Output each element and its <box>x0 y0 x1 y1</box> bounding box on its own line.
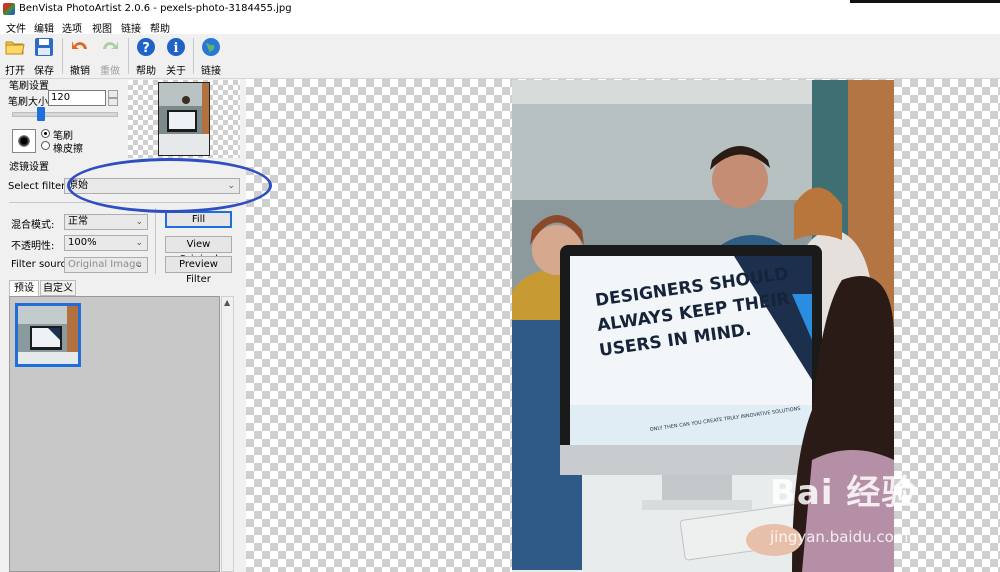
menu-file[interactable]: 文件 <box>6 20 26 35</box>
redo-arrow-icon <box>103 41 118 49</box>
title-bar: BenVista PhotoArtist 2.0.6 - pexels-phot… <box>0 0 1000 18</box>
help-icon: ? <box>137 38 155 56</box>
save-label: 保存 <box>34 66 54 77</box>
svg-text:?: ? <box>142 41 150 56</box>
opacity-value: 100% <box>68 237 97 248</box>
scroll-up-icon[interactable]: ▲ <box>224 298 230 307</box>
opacity-select[interactable]: 100% ⌄ <box>64 235 148 251</box>
menu-link[interactable]: 链接 <box>121 20 141 35</box>
brush-size-label: 笔刷大小: <box>8 97 52 108</box>
filter-source-select[interactable]: Original Image ⌄ <box>64 257 148 273</box>
about-button[interactable]: i 关于 <box>161 36 191 77</box>
opacity-label: 不透明性: <box>11 241 55 252</box>
eraser-mode-label: 橡皮擦 <box>53 144 83 155</box>
chevron-down-icon: ⌄ <box>135 260 143 270</box>
preset-photo <box>18 306 78 364</box>
window-edge <box>850 0 1000 3</box>
about-label: 关于 <box>166 66 186 77</box>
brush-size-input[interactable]: 120 <box>48 90 106 106</box>
blend-mode-label: 混合模式: <box>11 220 55 231</box>
filter-group-label: 滤镜设置 <box>9 162 49 173</box>
select-filter-label: Select filter: <box>8 181 69 192</box>
folder-icon <box>5 41 25 55</box>
link-label: 链接 <box>201 66 221 77</box>
brush-size-slider-thumb[interactable] <box>37 107 46 121</box>
vertical-divider <box>155 208 156 274</box>
menu-bar: 文件 编辑 选项 视图 链接 帮助 <box>0 18 1000 35</box>
preview-filter-button[interactable]: Preview Filter <box>165 256 232 285</box>
menu-view[interactable]: 视图 <box>92 20 112 35</box>
watermark-logo: Bai 经验 <box>770 473 917 513</box>
annotation-ellipse <box>67 158 272 213</box>
brush-size-down[interactable] <box>108 98 118 106</box>
redo-button[interactable]: 重做 <box>95 36 125 77</box>
brush-size-slider[interactable] <box>12 112 118 117</box>
menu-help[interactable]: 帮助 <box>150 20 170 35</box>
toolbar: 打开 保存 撤销 重做 ? 帮助 i 关于 链接 <box>0 34 1000 79</box>
blend-mode-select[interactable]: 正常 ⌄ <box>64 214 148 230</box>
info-icon: i <box>167 38 185 56</box>
navigator-viewport[interactable] <box>158 82 210 156</box>
globe-icon <box>202 38 220 56</box>
brush-size-up[interactable] <box>108 90 118 98</box>
chevron-down-icon: ⌄ <box>135 238 143 248</box>
svg-text:i: i <box>174 41 179 56</box>
link-button[interactable]: 链接 <box>196 36 226 77</box>
menu-options[interactable]: 选项 <box>62 20 82 35</box>
preset-thumbnail[interactable] <box>15 303 81 367</box>
eraser-mode-radio[interactable] <box>41 141 50 150</box>
view-original-button[interactable]: View Original <box>165 236 232 265</box>
brush-mode-radio[interactable] <box>41 129 50 138</box>
brush-preview <box>12 129 36 153</box>
blend-mode-value: 正常 <box>68 216 88 227</box>
watermark-url: jingyan.baidu.com <box>770 528 909 546</box>
fill-button[interactable]: Fill <box>165 211 232 228</box>
app-icon <box>3 3 15 15</box>
window-title: BenVista PhotoArtist 2.0.6 - pexels-phot… <box>19 3 292 14</box>
tab-presets[interactable]: 预设 <box>9 280 39 297</box>
save-button[interactable]: 保存 <box>29 36 59 77</box>
brush-group-label: 笔刷设置 <box>9 81 49 92</box>
floppy-icon <box>35 38 53 56</box>
navigator-preview[interactable] <box>128 80 240 158</box>
filter-source-value: Original Image <box>68 259 142 270</box>
tab-custom[interactable]: 自定义 <box>40 280 76 296</box>
redo-label: 重做 <box>100 66 120 77</box>
menu-edit[interactable]: 编辑 <box>34 20 54 35</box>
undo-arrow-icon <box>72 41 87 49</box>
preset-scrollbar[interactable]: ▲ <box>221 296 234 572</box>
chevron-down-icon: ⌄ <box>135 217 143 227</box>
